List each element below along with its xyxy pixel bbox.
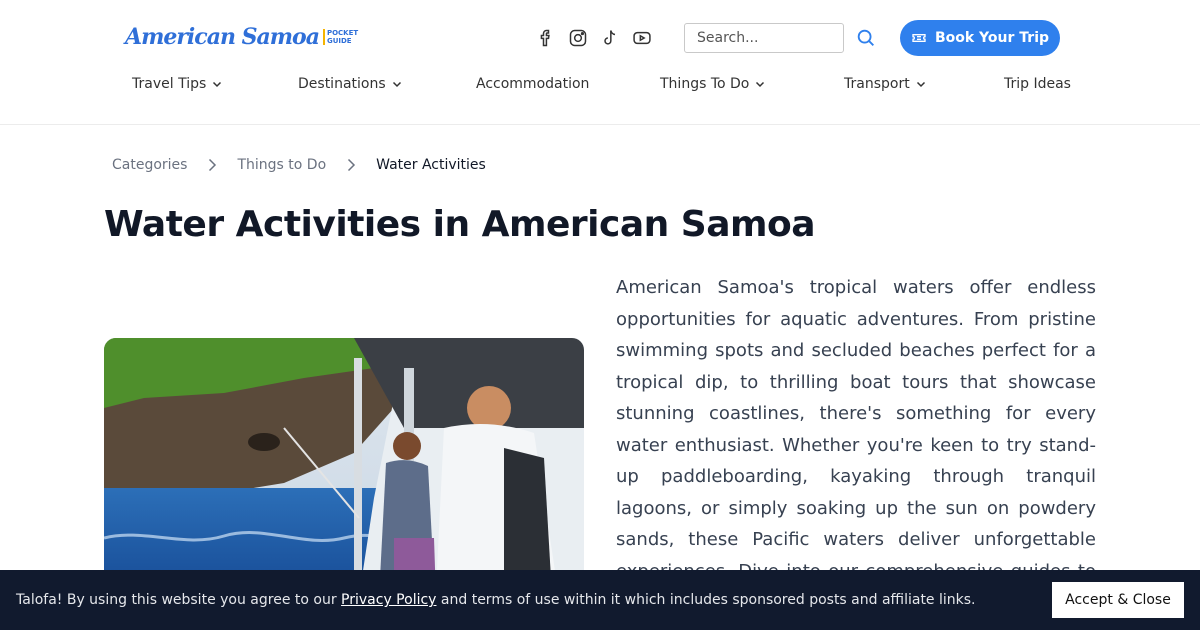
site-header: American Samoa POCKET GUIDE Book Your Tr…	[0, 0, 1200, 125]
search-icon[interactable]	[855, 27, 877, 49]
breadcrumb-current: Water Activities	[376, 157, 486, 173]
main-nav: Travel Tips Destinations Accommodation T…	[0, 76, 1200, 96]
nav-item-travel-tips[interactable]: Travel Tips	[132, 76, 222, 92]
book-trip-label: Book Your Trip	[934, 30, 1050, 46]
chevron-right-icon	[348, 158, 356, 172]
youtube-icon[interactable]	[632, 28, 652, 48]
book-trip-button[interactable]: Book Your Trip	[900, 20, 1060, 56]
search-input[interactable]	[684, 23, 844, 53]
privacy-policy-link[interactable]: Privacy Policy	[341, 592, 436, 608]
nav-item-destinations[interactable]: Destinations	[298, 76, 402, 92]
site-logo[interactable]: American Samoa POCKET GUIDE	[125, 24, 358, 50]
intro-paragraph: American Samoa's tropical waters offer e…	[616, 277, 1096, 613]
social-links	[536, 28, 652, 48]
nav-item-trip-ideas[interactable]: Trip Ideas	[1004, 76, 1071, 92]
instagram-icon[interactable]	[568, 28, 588, 48]
breadcrumb: Categories Things to Do Water Activities	[112, 157, 486, 173]
cookie-banner: Talofa! By using this website you agree …	[0, 570, 1200, 630]
breadcrumb-things-to-do[interactable]: Things to Do	[237, 157, 326, 173]
nav-item-transport[interactable]: Transport	[844, 76, 926, 92]
chevron-right-icon	[209, 158, 217, 172]
logo-text: American Samoa	[125, 24, 320, 50]
ticket-icon	[912, 34, 926, 42]
chevron-down-icon	[756, 81, 765, 88]
tiktok-icon[interactable]	[600, 28, 620, 48]
nav-item-things-to-do[interactable]: Things To Do	[660, 76, 765, 92]
logo-badge: POCKET GUIDE	[322, 29, 358, 45]
chevron-down-icon	[392, 81, 401, 88]
chevron-down-icon	[213, 81, 222, 88]
chevron-down-icon	[916, 81, 925, 88]
accept-close-button[interactable]: Accept & Close	[1052, 582, 1184, 618]
cookie-text: Talofa! By using this website you agree …	[16, 592, 976, 608]
facebook-icon[interactable]	[536, 28, 556, 48]
breadcrumb-categories[interactable]: Categories	[112, 157, 187, 173]
page-title: Water Activities in American Samoa	[104, 204, 816, 245]
nav-item-accommodation[interactable]: Accommodation	[476, 76, 589, 92]
